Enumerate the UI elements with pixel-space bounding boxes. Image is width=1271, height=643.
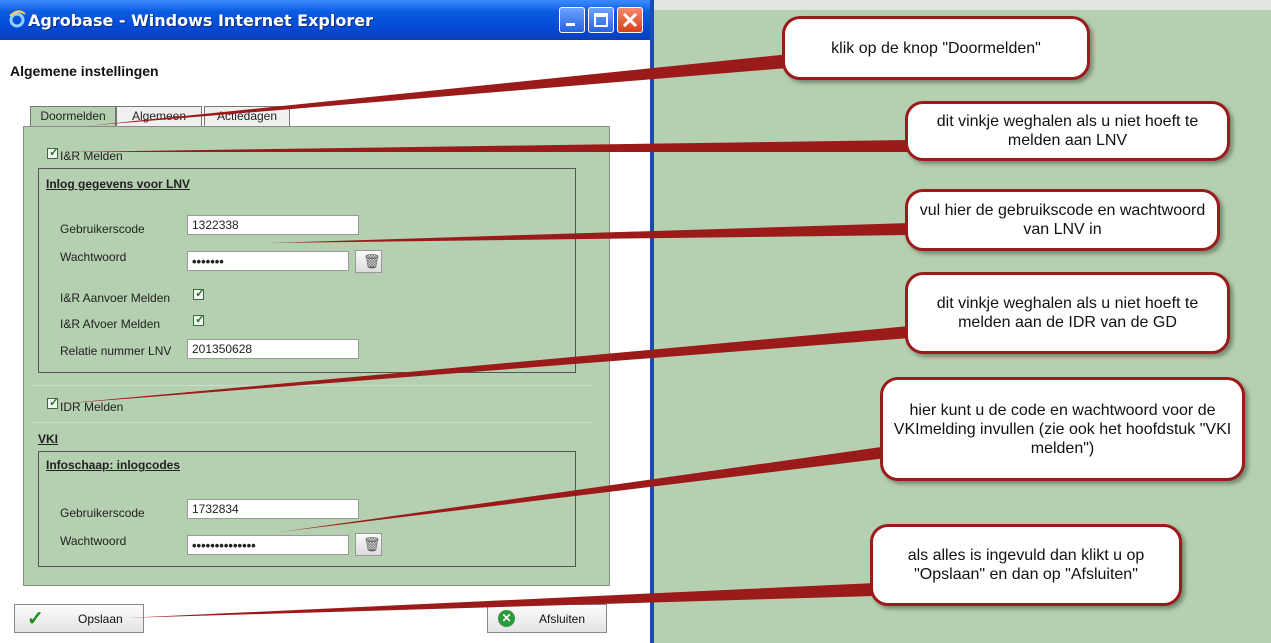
callout-vki: hier kunt u de code en wachtwoord voor d… (880, 377, 1245, 481)
callout-save: als alles is ingevuld dan klikt u op "Op… (870, 524, 1182, 606)
connector-3 (268, 223, 910, 243)
callout-ir-checkbox: dit vinkje weghalen als u niet hoeft te … (905, 101, 1230, 161)
connector-2 (63, 140, 910, 152)
callout-idr-checkbox: dit vinkje weghalen als u niet hoeft te … (905, 272, 1230, 354)
connector-1 (86, 53, 800, 126)
connector-6 (124, 583, 875, 618)
callout-lnv-login: vul hier de gebruikscode en wachtwoord v… (905, 189, 1220, 251)
connector-4 (59, 326, 910, 404)
callout-doormelden: klik op de knop "Doormelden" (782, 16, 1090, 80)
connector-5 (280, 445, 903, 532)
